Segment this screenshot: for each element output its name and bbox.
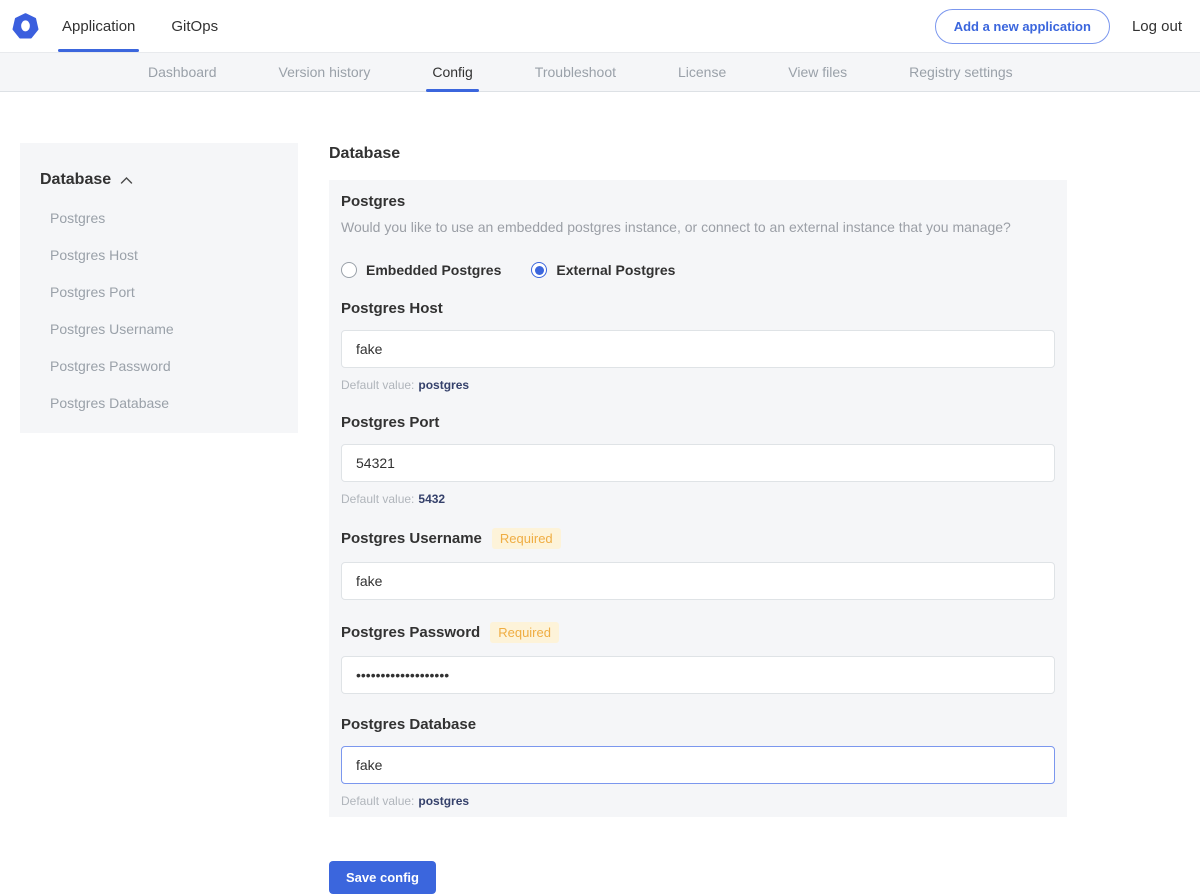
tab-application[interactable]: Application	[48, 0, 149, 52]
field-postgres-password-label: Postgres Password	[341, 624, 480, 641]
sidebar-item-postgres-host[interactable]: Postgres Host	[50, 247, 278, 263]
field-postgres-username-label: Postgres Username	[341, 530, 482, 547]
sidebar-item-postgres-port[interactable]: Postgres Port	[50, 284, 278, 300]
chevron-up-icon	[120, 176, 133, 185]
sidebar-item-postgres[interactable]: Postgres	[50, 210, 278, 226]
group-description: Would you like to use an embedded postgr…	[341, 219, 1055, 235]
add-new-application-button[interactable]: Add a new application	[935, 9, 1110, 44]
subnav-config[interactable]: Config	[432, 53, 472, 91]
radio-external-postgres-label: External Postgres	[556, 262, 675, 278]
tab-application-label: Application	[62, 18, 135, 35]
field-postgres-username: Postgres Username Required	[341, 528, 1055, 600]
field-postgres-port: Postgres Port Default value:5432	[341, 414, 1055, 506]
radio-embedded-postgres[interactable]: Embedded Postgres	[341, 262, 501, 278]
logout-link[interactable]: Log out	[1132, 18, 1182, 35]
field-postgres-host-label: Postgres Host	[341, 300, 443, 317]
required-badge: Required	[492, 528, 561, 549]
sidebar-item-postgres-username[interactable]: Postgres Username	[50, 321, 278, 337]
field-postgres-port-helper: Default value:5432	[341, 492, 1055, 506]
radio-external-postgres[interactable]: External Postgres	[531, 262, 675, 278]
radio-embedded-postgres-label: Embedded Postgres	[366, 262, 501, 278]
sidebar-item-postgres-password[interactable]: Postgres Password	[50, 358, 278, 374]
field-postgres-host: Postgres Host Default value:postgres	[341, 300, 1055, 392]
radio-unchecked-icon	[341, 262, 357, 278]
postgres-type-radio-group: Embedded Postgres External Postgres	[341, 262, 1055, 278]
sidebar-item-postgres-database[interactable]: Postgres Database	[50, 395, 278, 411]
field-postgres-port-label: Postgres Port	[341, 414, 439, 431]
postgres-port-input[interactable]	[341, 444, 1055, 482]
field-postgres-database-helper: Default value:postgres	[341, 794, 1055, 808]
postgres-password-input[interactable]	[341, 656, 1055, 694]
field-postgres-host-helper: Default value:postgres	[341, 378, 1055, 392]
subnav-dashboard[interactable]: Dashboard	[148, 53, 217, 91]
app-sub-nav: Dashboard Version history Config Trouble…	[0, 52, 1200, 92]
subnav-registry-settings[interactable]: Registry settings	[909, 53, 1012, 91]
default-value: postgres	[418, 378, 469, 392]
config-main: Database Postgres Would you like to use …	[329, 145, 1067, 894]
postgres-host-input[interactable]	[341, 330, 1055, 368]
tab-gitops[interactable]: GitOps	[157, 0, 232, 52]
field-postgres-database-label: Postgres Database	[341, 716, 476, 733]
postgres-database-input[interactable]	[341, 746, 1055, 784]
group-label: Postgres	[341, 193, 1055, 210]
sidebar-items: Postgres Postgres Host Postgres Port Pos…	[40, 210, 278, 411]
field-postgres-database: Postgres Database Default value:postgres	[341, 716, 1055, 808]
top-nav: Application GitOps Add a new application…	[0, 0, 1200, 52]
default-value: postgres	[418, 794, 469, 808]
postgres-username-input[interactable]	[341, 562, 1055, 600]
default-value: 5432	[418, 492, 445, 506]
top-nav-right: Add a new application Log out	[935, 9, 1200, 44]
subnav-view-files[interactable]: View files	[788, 53, 847, 91]
sidebar-group-database[interactable]: Database	[40, 171, 278, 189]
top-tabs: Application GitOps	[48, 0, 240, 52]
subnav-version-history[interactable]: Version history	[279, 53, 371, 91]
config-sidebar: Database Postgres Postgres Host Postgres…	[20, 143, 298, 433]
save-config-button[interactable]: Save config	[329, 861, 436, 894]
tab-gitops-label: GitOps	[171, 18, 218, 35]
app-logo-icon[interactable]	[2, 13, 48, 40]
radio-checked-icon	[531, 262, 547, 278]
required-badge: Required	[490, 622, 559, 643]
field-postgres-password: Postgres Password Required	[341, 622, 1055, 694]
subnav-license[interactable]: License	[678, 53, 726, 91]
section-title: Database	[329, 145, 1067, 163]
config-group-panel: Postgres Would you like to use an embedd…	[329, 180, 1067, 817]
subnav-troubleshoot[interactable]: Troubleshoot	[535, 53, 616, 91]
sidebar-group-label: Database	[40, 171, 111, 189]
